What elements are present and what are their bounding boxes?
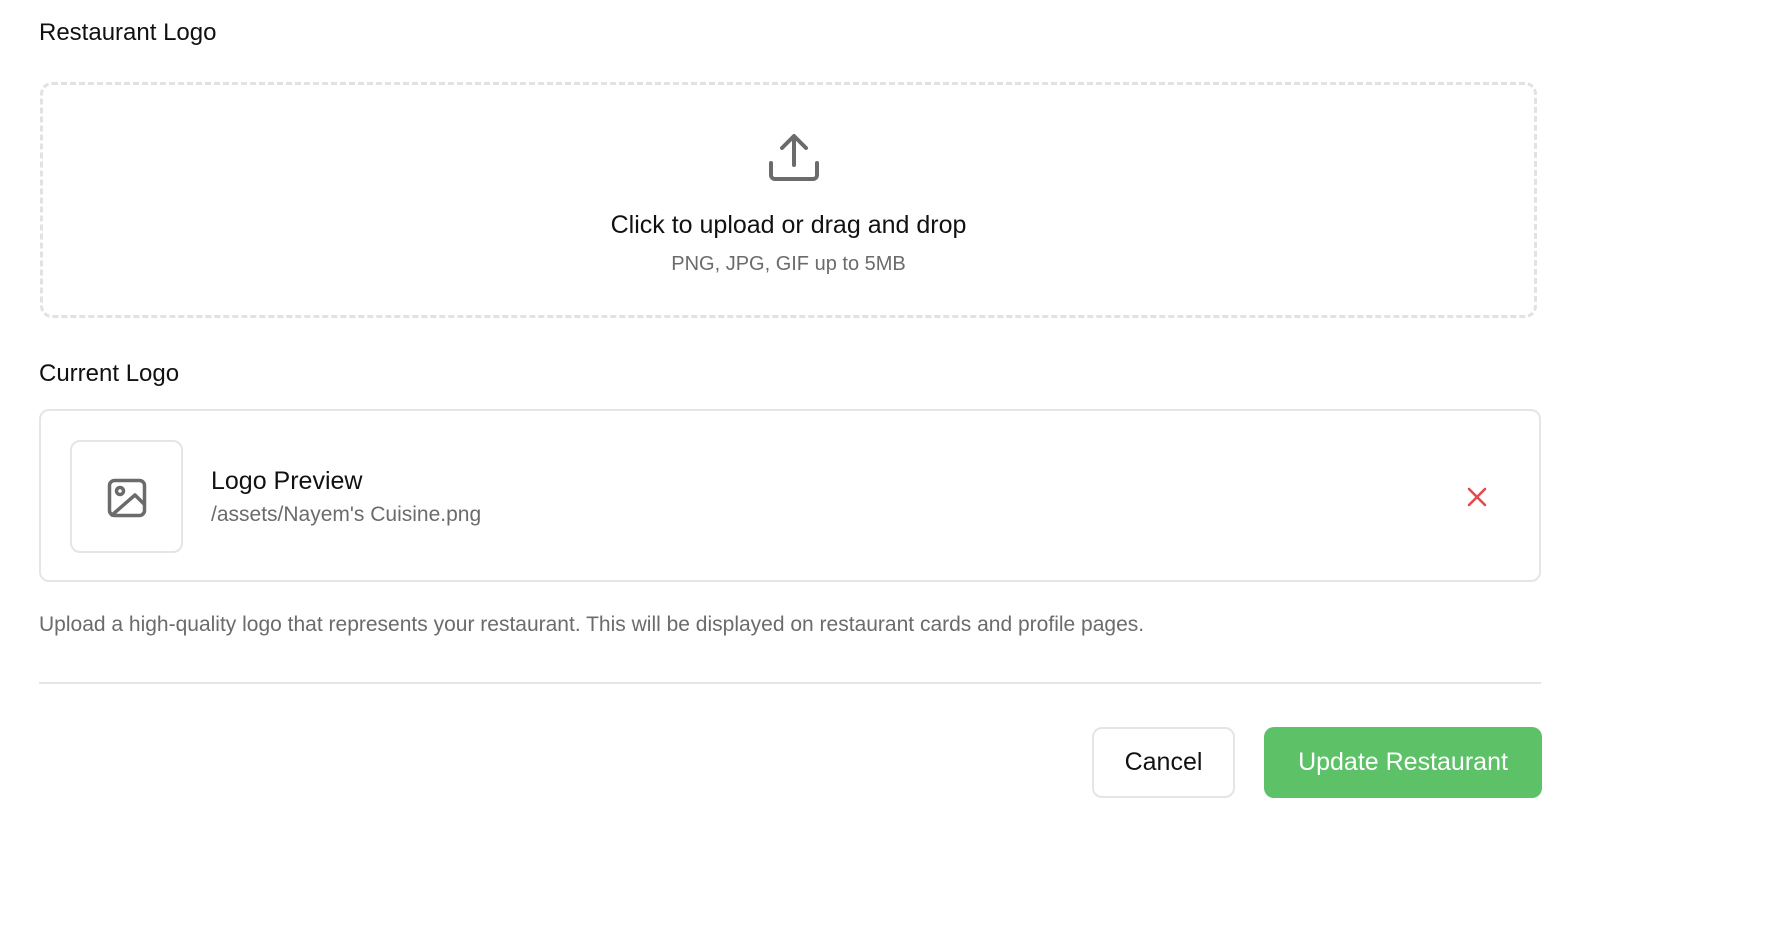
cancel-button[interactable]: Cancel xyxy=(1092,727,1235,798)
logo-file-path: /assets/Nayem's Cuisine.png xyxy=(211,503,482,526)
logo-preview-title: Logo Preview xyxy=(211,467,363,495)
divider xyxy=(39,682,1541,684)
logo-helper-text: Upload a high-quality logo that represen… xyxy=(39,613,1145,636)
update-restaurant-button[interactable]: Update Restaurant xyxy=(1264,727,1542,798)
remove-logo-button[interactable] xyxy=(1459,479,1495,515)
restaurant-logo-heading: Restaurant Logo xyxy=(39,19,217,46)
current-logo-card: Logo Preview /assets/Nayem's Cuisine.png xyxy=(39,409,1541,582)
dropzone-file-hint: PNG, JPG, GIF up to 5MB xyxy=(671,253,906,275)
logo-thumbnail xyxy=(70,440,183,553)
current-logo-heading: Current Logo xyxy=(39,360,180,387)
dropzone-prompt: Click to upload or drag and drop xyxy=(610,211,967,239)
logo-upload-dropzone[interactable]: Click to upload or drag and drop PNG, JP… xyxy=(40,82,1537,318)
upload-icon xyxy=(768,133,820,185)
